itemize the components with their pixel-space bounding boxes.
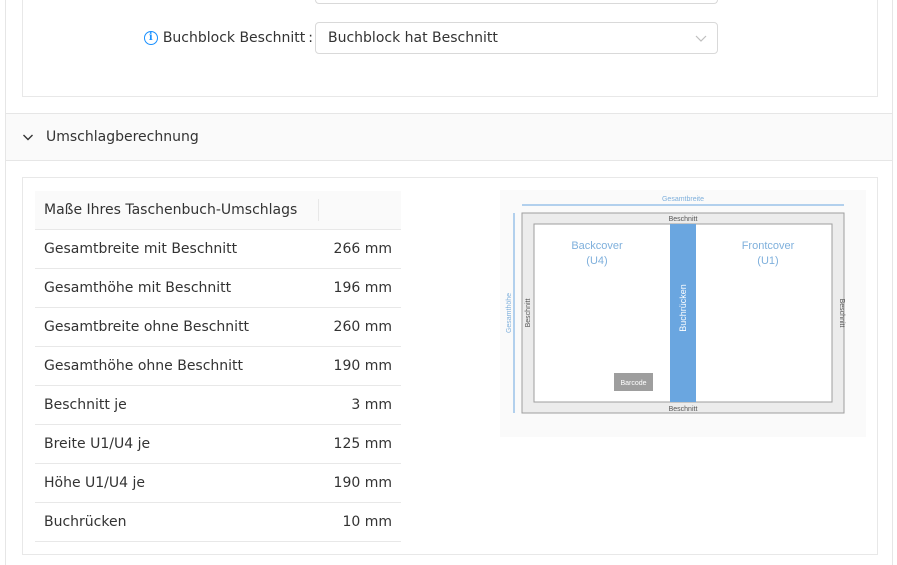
table-row: Buchrücken 10 mm bbox=[35, 502, 401, 542]
bleed-select-value: Buchblock hat Beschnitt bbox=[328, 30, 498, 46]
cover-diagram: Gesamtbreite Gesamthöhe Beschnitt Beschn… bbox=[500, 190, 866, 437]
row-value: 196 mm bbox=[318, 268, 401, 308]
table-row: Gesamthöhe mit Beschnitt 196 mm bbox=[35, 268, 401, 308]
previous-select[interactable] bbox=[315, 0, 718, 4]
row-label: Gesamthöhe mit Beschnitt bbox=[35, 268, 318, 308]
row-label: Gesamtbreite ohne Beschnitt bbox=[35, 307, 318, 347]
page-container: i Buchblock Beschnitt: Buchblock hat Bes… bbox=[5, 0, 893, 565]
total-height-label: Gesamthöhe bbox=[506, 293, 513, 333]
row-value: 125 mm bbox=[318, 424, 401, 464]
bleed-top-label: Beschnitt bbox=[669, 216, 698, 223]
info-icon[interactable]: i bbox=[143, 31, 158, 45]
section-content: Maße Ihres Taschenbuch-Umschlags Gesamtb… bbox=[22, 177, 878, 555]
bleed-label: i Buchblock Beschnitt: bbox=[143, 22, 313, 54]
table-header-row: Maße Ihres Taschenbuch-Umschlags bbox=[35, 191, 401, 230]
table-row: Breite U1/U4 je 125 mm bbox=[35, 424, 401, 464]
bleed-label-text: Buchblock Beschnitt bbox=[162, 30, 306, 46]
row-value: 266 mm bbox=[318, 229, 401, 269]
bleed-form-row: i Buchblock Beschnitt: Buchblock hat Bes… bbox=[23, 22, 879, 54]
row-value: 10 mm bbox=[318, 502, 401, 542]
row-value: 3 mm bbox=[318, 385, 401, 425]
section-header-umschlagberechnung[interactable]: Umschlagberechnung bbox=[6, 113, 892, 161]
section-title: Umschlagberechnung bbox=[46, 129, 199, 145]
row-label: Buchrücken bbox=[35, 502, 318, 542]
row-value: 260 mm bbox=[318, 307, 401, 347]
cover-diagram-svg: Gesamtbreite Gesamthöhe Beschnitt Beschn… bbox=[506, 196, 845, 414]
row-label: Höhe U1/U4 je bbox=[35, 463, 318, 503]
bleed-bottom-label: Beschnitt bbox=[669, 406, 698, 413]
row-label: Gesamtbreite mit Beschnitt bbox=[35, 229, 318, 269]
table-row: Gesamthöhe ohne Beschnitt 190 mm bbox=[35, 346, 401, 386]
row-label: Beschnitt je bbox=[35, 385, 318, 425]
barcode-label: Barcode bbox=[620, 380, 646, 387]
row-label: Breite U1/U4 je bbox=[35, 424, 318, 464]
frontcover-code: (U1) bbox=[757, 255, 778, 267]
settings-panel: i Buchblock Beschnitt: Buchblock hat Bes… bbox=[22, 0, 878, 97]
dimensions-table: Maße Ihres Taschenbuch-Umschlags Gesamtb… bbox=[35, 191, 401, 542]
bleed-label-colon: : bbox=[308, 30, 313, 46]
table-header-empty bbox=[318, 191, 401, 230]
backcover-label: Backcover bbox=[571, 240, 623, 252]
chevron-down-icon bbox=[23, 134, 33, 141]
table-row: Beschnitt je 3 mm bbox=[35, 385, 401, 425]
row-value: 190 mm bbox=[318, 463, 401, 503]
table-row: Gesamtbreite mit Beschnitt 266 mm bbox=[35, 229, 401, 269]
table-row: Höhe U1/U4 je 190 mm bbox=[35, 463, 401, 503]
row-value: 190 mm bbox=[318, 346, 401, 386]
frontcover-label: Frontcover bbox=[742, 240, 795, 252]
bleed-right-label: Beschnitt bbox=[838, 299, 845, 328]
chevron-down-icon bbox=[695, 35, 707, 42]
table-row: Gesamtbreite ohne Beschnitt 260 mm bbox=[35, 307, 401, 347]
total-width-label: Gesamtbreite bbox=[662, 196, 704, 203]
spine-label: Buchrücken bbox=[678, 284, 688, 332]
table-header: Maße Ihres Taschenbuch-Umschlags bbox=[35, 191, 318, 230]
bleed-left-label: Beschnitt bbox=[525, 299, 532, 328]
backcover-code: (U4) bbox=[586, 255, 607, 267]
bleed-select[interactable]: Buchblock hat Beschnitt bbox=[315, 22, 718, 54]
row-label: Gesamthöhe ohne Beschnitt bbox=[35, 346, 318, 386]
